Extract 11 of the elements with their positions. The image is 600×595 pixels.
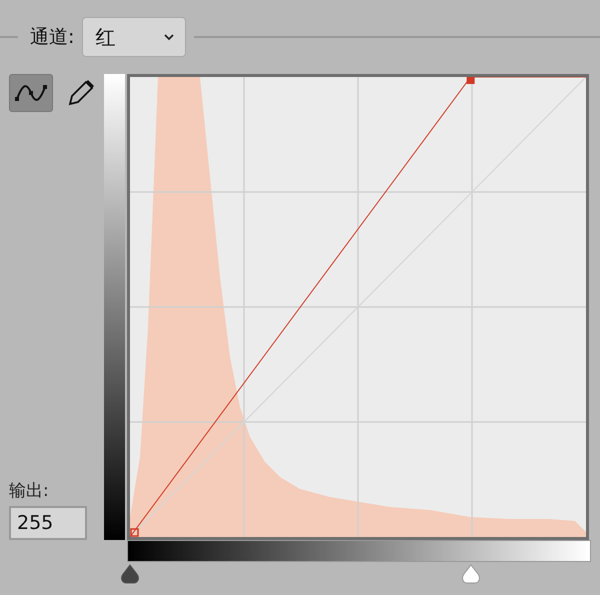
- curve-graph[interactable]: [127, 74, 589, 540]
- curve-tool[interactable]: [9, 74, 53, 112]
- curve-point[interactable]: [466, 77, 475, 84]
- curve-point[interactable]: [130, 528, 139, 537]
- output-field[interactable]: 255: [9, 506, 87, 540]
- output-label: 输出:: [9, 480, 50, 502]
- highlight-input-slider[interactable]: [460, 564, 482, 584]
- channel-dropdown[interactable]: 红: [82, 17, 186, 57]
- chevron-down-icon: [163, 33, 176, 41]
- channel-label: 通道:: [30, 25, 74, 50]
- pencil-icon: [66, 78, 96, 108]
